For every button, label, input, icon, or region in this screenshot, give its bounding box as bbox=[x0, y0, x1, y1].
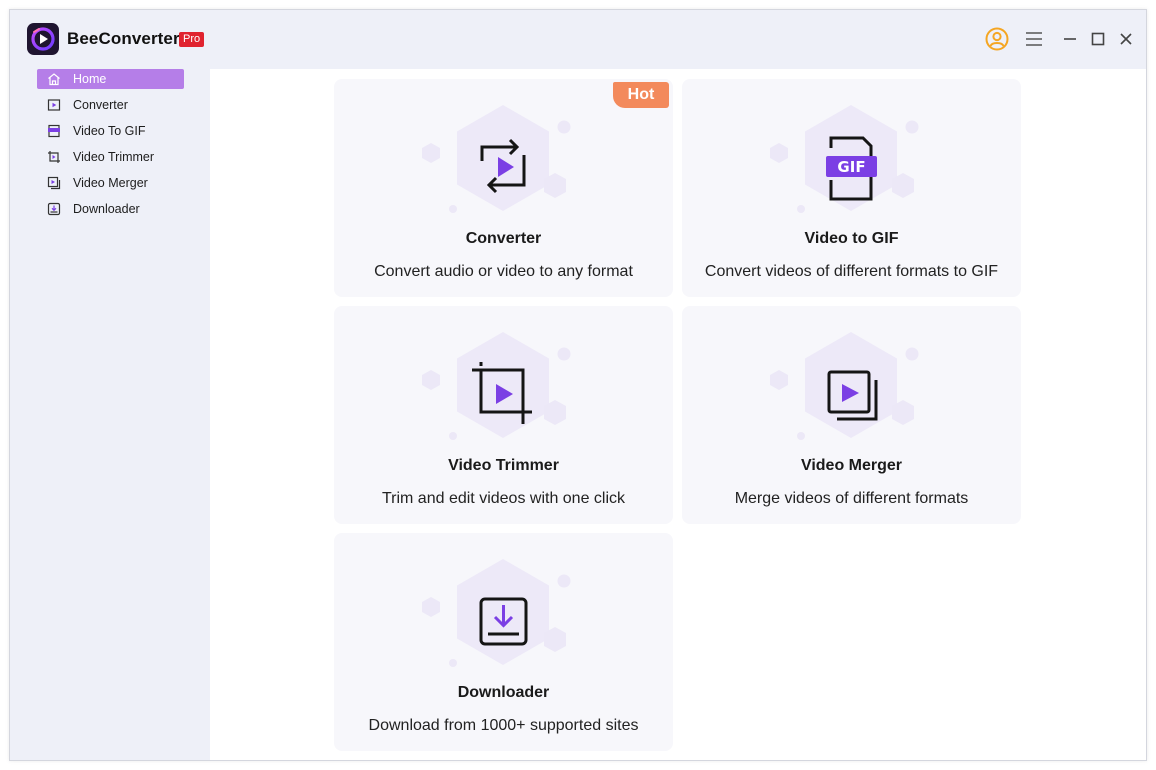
card-description: Convert audio or video to any format bbox=[374, 263, 633, 280]
sidebar-item-label: Converter bbox=[73, 98, 128, 112]
sidebar-item-label: Home bbox=[73, 72, 107, 86]
close-icon[interactable] bbox=[1114, 27, 1138, 51]
sidebar-item-label: Video Trimmer bbox=[73, 150, 155, 164]
video-to-gif-card[interactable]: GIF Video to GIF Convert videos of diffe… bbox=[682, 79, 1021, 297]
card-title: Converter bbox=[465, 230, 542, 247]
sidebar-item-converter[interactable]: Converter bbox=[37, 95, 184, 115]
sidebar-item-video-to-gif[interactable]: Video To GIF bbox=[37, 121, 184, 141]
card-title: Downloader bbox=[457, 684, 550, 701]
hot-badge: Hot bbox=[613, 82, 669, 108]
sidebar-item-label: Video To GIF bbox=[73, 124, 146, 138]
app-logo-icon bbox=[27, 23, 59, 55]
sidebar-item-downloader[interactable]: Downloader bbox=[37, 199, 184, 219]
downloader-card[interactable]: Downloader Download from 1000+ supported… bbox=[334, 533, 673, 751]
app-window: BeeConverter Pro Home Converter Video To… bbox=[9, 9, 1147, 761]
video-merger-card[interactable]: Video Merger Merge videos of different f… bbox=[682, 306, 1021, 524]
trimmer-icon bbox=[47, 150, 61, 164]
downloader-icon bbox=[47, 202, 61, 216]
merger-icon bbox=[770, 332, 919, 440]
minimize-icon[interactable] bbox=[1058, 27, 1082, 51]
menu-icon[interactable] bbox=[1022, 27, 1046, 51]
sidebar-item-label: Video Merger bbox=[73, 176, 148, 190]
account-icon[interactable] bbox=[985, 27, 1009, 51]
sidebar-item-label: Downloader bbox=[73, 202, 140, 216]
card-description: Merge videos of different formats bbox=[734, 490, 969, 507]
sidebar-item-home[interactable]: Home bbox=[37, 69, 184, 89]
sidebar-item-video-merger[interactable]: Video Merger bbox=[37, 173, 184, 193]
downloader-icon bbox=[422, 559, 571, 667]
sidebar-item-video-trimmer[interactable]: Video Trimmer bbox=[37, 147, 184, 167]
card-description: Download from 1000+ supported sites bbox=[368, 717, 639, 734]
card-title: Video to GIF bbox=[804, 230, 899, 247]
card-title: Video Trimmer bbox=[448, 457, 559, 474]
video-trimmer-card[interactable]: Video Trimmer Trim and edit videos with … bbox=[334, 306, 673, 524]
merger-icon bbox=[47, 176, 61, 190]
home-icon bbox=[47, 72, 61, 86]
card-title: Video Merger bbox=[800, 457, 903, 474]
card-description: Trim and edit videos with one click bbox=[381, 490, 626, 507]
svg-text:GIF: GIF bbox=[837, 158, 865, 176]
gif-icon: GIF bbox=[770, 105, 919, 213]
title-bar: BeeConverter Pro bbox=[10, 10, 1146, 69]
maximize-icon[interactable] bbox=[1086, 27, 1110, 51]
trimmer-icon bbox=[422, 332, 571, 440]
converter-card[interactable]: Hot Converter Convert audio or video to … bbox=[334, 79, 673, 297]
gif-icon bbox=[47, 124, 61, 138]
card-description: Convert videos of different formats to G… bbox=[704, 263, 999, 280]
converter-icon bbox=[47, 98, 61, 112]
main-content: Hot Converter Convert audio or video to … bbox=[210, 69, 1146, 760]
sidebar: Home Converter Video To GIF Video Trimme… bbox=[10, 69, 210, 760]
app-name: BeeConverter bbox=[67, 29, 180, 48]
pro-badge: Pro bbox=[179, 32, 205, 47]
